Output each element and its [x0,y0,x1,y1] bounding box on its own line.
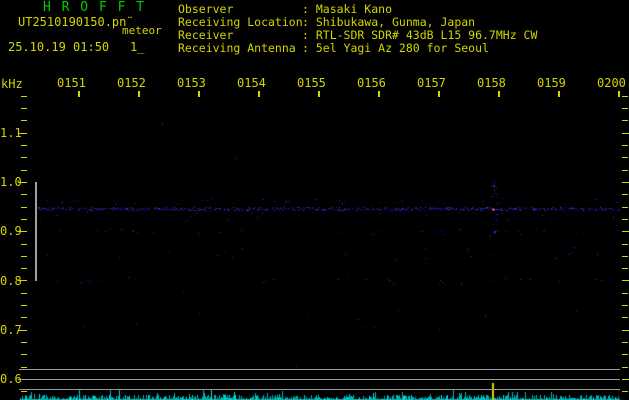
freq-tick [21,342,27,343]
freq-tick-right [622,170,628,171]
time-label: 0157 [417,76,446,90]
freq-tick [21,244,27,245]
freq-tick [21,120,27,121]
time-label: 0153 [177,76,206,90]
time-tick [198,91,200,97]
time-tick [318,91,320,97]
freq-tick-right [622,317,628,318]
freq-tick [21,194,27,195]
freq-tick [18,133,27,134]
freq-tick-right [622,157,628,158]
freq-tick-right [622,244,628,245]
freq-tick-right [622,219,628,220]
freq-tick [21,207,27,208]
freq-tick [18,231,27,232]
freq-tick [18,330,27,331]
freq-label: 0.7 [0,323,22,337]
freq-tick-right [622,96,628,97]
freq-label: 0.6 [0,372,22,386]
freq-tick [21,219,27,220]
time-tick [258,91,260,97]
time-label: 0154 [237,76,266,90]
freq-tick [21,317,27,318]
freq-tick [21,157,27,158]
time-tick [498,91,500,97]
time-label: 0155 [297,76,326,90]
freq-tick [18,280,27,281]
freq-tick-right [622,342,628,343]
time-tick [78,91,80,97]
freq-tick-right [622,120,628,121]
freq-tick-right [622,379,629,380]
freq-tick-right [622,194,628,195]
time-tick [618,91,620,97]
freq-tick-right [622,354,628,355]
time-label: 0200 [597,76,626,90]
freq-tick-right [622,182,629,183]
freq-tick [21,293,27,294]
time-label: 0158 [477,76,506,90]
freq-tick-right [622,256,628,257]
freq-tick [21,367,27,368]
freq-tick-right [622,293,628,294]
time-tick [138,91,140,97]
time-label: 0156 [357,76,386,90]
freq-tick-right [622,391,628,392]
freq-tick [21,305,27,306]
time-label: 0151 [57,76,86,90]
freq-tick-right [622,108,628,109]
freq-tick [21,268,27,269]
freq-label: 0.9 [0,224,22,238]
freq-label: 0.8 [0,274,22,288]
freq-tick-right [622,305,628,306]
freq-tick [18,182,27,183]
time-tick [558,91,560,97]
freq-tick [21,96,27,97]
freq-tick [21,108,27,109]
meter-ref-line [19,369,620,370]
freq-tick [21,145,27,146]
freq-tick [21,354,27,355]
time-label: 0159 [537,76,566,90]
freq-tick-right [622,133,629,134]
axes-layer: kHz 0151 0152 0153 0154 0155 0156 0157 0158 0159… [0,0,629,400]
freq-label: 1.0 [0,175,22,189]
freq-axis-unit-label: kHz [1,77,23,91]
time-label: 0152 [117,76,146,90]
freq-tick [21,256,27,257]
count-band-marker [35,182,37,281]
time-tick [438,91,440,97]
meter-ref-line [19,379,620,380]
freq-label: 1.1 [0,126,22,140]
freq-tick-right [622,330,629,331]
freq-tick-right [622,280,629,281]
hrofft-screen: H R O F F T UT2510190150.pn¨ meteor 25.1… [0,0,629,400]
freq-tick-right [622,145,628,146]
freq-tick-right [622,231,629,232]
freq-tick [21,170,27,171]
freq-tick-right [622,207,628,208]
time-tick [378,91,380,97]
freq-tick-right [622,268,628,269]
meter-ref-line [19,389,620,390]
freq-tick-right [622,367,628,368]
freq-tick [21,391,27,392]
